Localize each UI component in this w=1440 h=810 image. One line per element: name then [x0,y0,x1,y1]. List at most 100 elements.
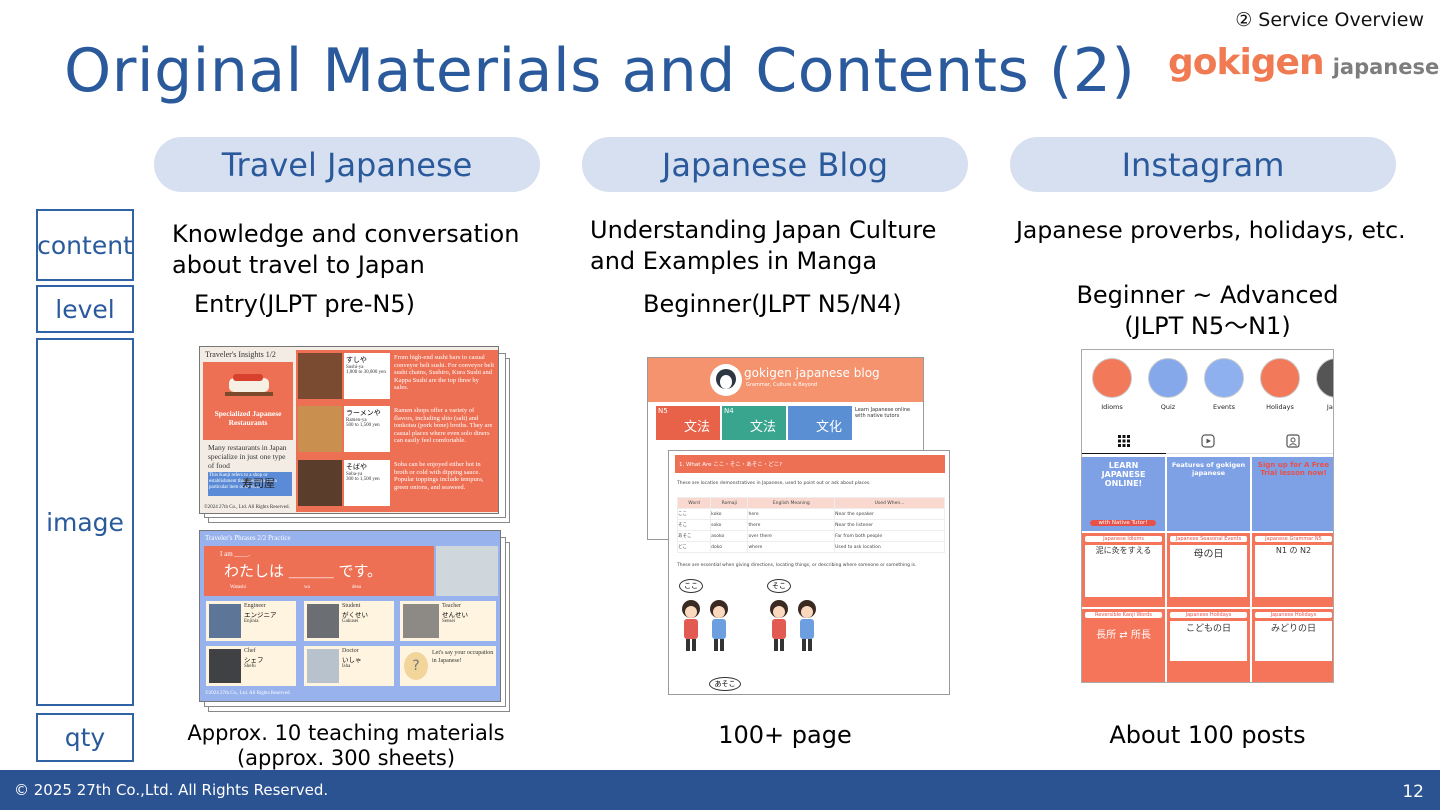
highlight: Holidays [1259,358,1301,411]
post-tile[interactable]: Sign up for A Free Trial lesson now! [1252,457,1333,531]
highlight-label: Events [1212,403,1235,411]
post-tile[interactable]: Japanese Grammar N5 N1 の N2 [1252,533,1333,607]
table-row: ここ koko here Near the speaker [676,508,945,520]
table-row: あそこ asoko over there Far from both peopl… [676,530,945,542]
item-price: 500 to 1,500 yen [346,423,380,428]
table-cell: doko [710,541,749,553]
highlight-circle [1148,358,1188,398]
article-table: Word Romaji English Meaning Used When...… [676,497,945,553]
table-cell: where [747,541,836,553]
table-cell: そこ [676,519,712,531]
occupation-photo [307,649,339,683]
post-grid: LEARN JAPANESE ONLINE! with Native Tutor… [1082,457,1333,682]
blog-promo: Learn Japanese online with native tutors [855,407,911,419]
table-cell: asoko [710,530,749,542]
sheet-copyright: ©2024 27th Co., Ltd. All Rights Reserved… [205,691,291,696]
highlight-circle [1092,358,1132,398]
table-cell: over there [747,530,836,542]
highlight-label: Idioms [1101,403,1123,411]
post-tile[interactable]: Japanese Holidays みどりの日 [1252,609,1333,682]
occupation-jp: エンジニア [244,611,277,619]
instagram-profile-screenshot: Idioms Quiz Events Holidays Japan [1081,349,1334,683]
occupation-jp: せんせい [442,611,468,619]
occupation-card: Engineer エンジニア Enjinia [206,601,296,641]
occupation-card: Student がくせい Gakusei [304,601,394,641]
post-title: Reversible Kanji Words [1085,612,1162,618]
occupation-jp: がくせい [342,611,368,619]
travel-content-line: about travel to Japan [172,251,425,279]
post-sub: 泥に灸をすえる [1085,545,1162,597]
phrase-sentence: わたしは ＿＿＿ です。 [224,562,383,580]
post-title: LEARN JAPANESE ONLINE! [1101,461,1146,488]
article-note: These are essential when giving directio… [677,563,917,568]
blog-content: Understanding Japan Culture and Examples… [590,215,936,277]
occupation-romaji: Shefu [244,664,256,669]
blog-article-screenshot: 1. What Are ここ・そこ・あそこ・どこ? These are loca… [668,450,950,695]
sheet-heading: Traveler's Phrases 2/2 Practice [205,534,291,542]
instagram-content: Japanese proverbs, holidays, etc. [1016,216,1406,244]
table-cell: Near the speaker [834,508,945,520]
table-header-row: Word Romaji English Meaning Used When... [676,497,945,509]
table-cell: Near the listener [834,519,945,531]
travel-content: Knowledge and conversation about travel … [172,219,519,281]
table-cell: Used to ask location [834,541,945,553]
post-tile[interactable]: LEARN JAPANESE ONLINE! with Native Tutor… [1082,457,1165,531]
phrase-panel: I am ____. わたしは ＿＿＿ です。 Watashi wa desu [204,546,434,596]
page-number: 12 [1402,782,1424,802]
tagged-icon [1286,434,1300,448]
grid-tab[interactable] [1082,430,1166,454]
travel-phrases-sheet: Traveler's Phrases 2/2 Practice I am ___… [199,530,501,702]
footer-copyright: © 2025 27th Co.,Ltd. All Rights Reserved… [14,781,329,799]
article-heading: 1. What Are ここ・そこ・あそこ・どこ? [675,455,945,473]
phrase-romaji: Watashi [230,585,246,590]
post-tile[interactable]: Reversible Kanji Words 長所 ⇄ 所長 [1082,609,1165,682]
soba-info: そばや Soba-ya 300 to 1,500 yen [344,460,390,506]
page-title: Original Materials and Contents (2) [64,36,1136,106]
post-sub: こどもの日 [1170,621,1247,661]
row-label-qty: qty [36,713,134,762]
post-title: Japanese Idioms [1085,536,1162,542]
post-title: Japanese Holidays [1255,612,1332,618]
highlight: Idioms [1091,358,1133,411]
post-sub: with Native Tutor! [1090,520,1156,526]
ramen-photo [298,406,342,452]
badge-label: Specialized Japanese Restaurants [214,409,282,427]
occupation-romaji: Sensei [442,619,456,624]
highlight-label: Holidays [1266,403,1294,411]
soba-photo [298,460,342,506]
occupation-prompt: Let's say your occupation in Japanese! [432,650,494,664]
post-title: Japanese Holidays [1170,612,1247,618]
row-label-content: content [36,209,134,281]
table-cell: あそこ [676,530,712,542]
post-title: Features of gokigen japanese [1171,461,1246,477]
blog-tile: N4 文法 [722,406,786,440]
occupation-photo [209,604,241,638]
row-label-image: image [36,338,134,706]
sushi-icon [225,374,273,396]
ramen-info: ラーメンや Ramen-ya 500 to 1,500 yen [344,406,390,452]
table-header: Romaji [710,497,749,509]
post-tile[interactable]: Japanese Seasonal Events 母の日 [1167,533,1250,607]
table-row: どこ doko where Used to ask location [676,541,945,553]
tagged-tab[interactable] [1251,430,1333,454]
post-tile[interactable]: Features of gokigen japanese [1167,457,1250,531]
brand-logo: gokigen japanese [1168,42,1439,83]
column-header-blog: Japanese Blog [582,137,968,192]
restaurant-badge-panel: Specialized Japanese Restaurants [203,362,293,440]
travel-qty-line: (approx. 300 sheets) [236,746,456,770]
item-jp: すしや [346,356,367,364]
table-row: そこ soko there Near the listener [676,519,945,531]
profile-tabs [1082,430,1333,454]
instagram-level-line: Beginner ~ Advanced [1076,281,1339,309]
reels-tab[interactable] [1166,430,1251,454]
post-tile[interactable]: Japanese Idioms 泥に灸をすえる [1082,533,1165,607]
table-cell: there [747,519,836,531]
highlight-circle [1204,358,1244,398]
tile-kanji: 文化 [816,420,843,435]
occupation-photo [307,604,339,638]
penguin-icon [710,364,742,396]
question-icon: ? [404,652,428,680]
post-tile[interactable]: Japanese Holidays こどもの日 [1167,609,1250,682]
blog-level: Beginner(JLPT N5/N4) [643,290,902,318]
occupation-jp: シェフ [244,656,264,664]
